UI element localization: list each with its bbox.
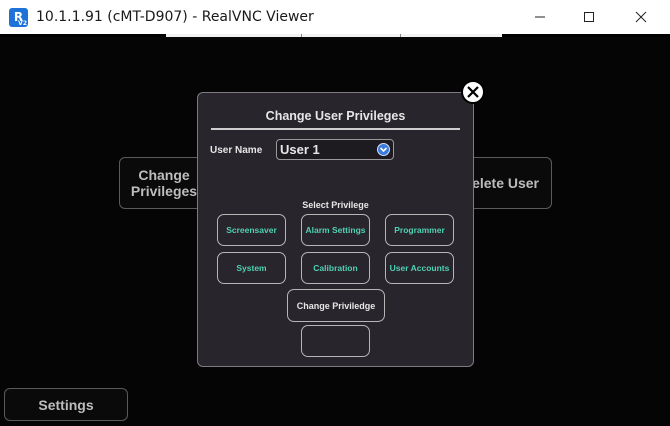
minimize-icon xyxy=(535,16,545,18)
window-title: 10.1.1.91 (cMT-D907) - RealVNC Viewer xyxy=(36,9,314,25)
privilege-alarm-settings-button[interactable]: Alarm Settings xyxy=(301,214,370,246)
dialog-title: Change User Privileges xyxy=(265,109,406,123)
chevron-down-icon[interactable] xyxy=(377,143,390,156)
privilege-calibration-button[interactable]: Calibration xyxy=(301,252,370,284)
blank-button[interactable] xyxy=(301,325,370,357)
minimize-button[interactable] xyxy=(517,0,563,34)
realvnc-icon: R V2 xyxy=(9,8,28,27)
change-privileges-button[interactable]: Change Privileges xyxy=(119,157,209,209)
dialog-close-button[interactable] xyxy=(461,80,485,104)
window-titlebar: R V2 10.1.1.91 (cMT-D907) - RealVNC View… xyxy=(0,0,670,34)
settings-button[interactable]: Settings xyxy=(4,388,128,421)
privilege-programmer-button[interactable]: Programmer xyxy=(385,214,454,246)
realvnc-icon-sub: V2 xyxy=(18,20,27,27)
user-name-select[interactable]: User 1 xyxy=(276,139,394,160)
maximize-button[interactable] xyxy=(566,0,612,34)
maximize-icon xyxy=(584,12,594,22)
change-privilege-button[interactable]: Change Priviledge xyxy=(287,289,385,322)
user-name-label: User Name xyxy=(210,145,263,156)
close-icon xyxy=(635,11,647,23)
title-divider xyxy=(211,128,460,130)
privilege-system-button[interactable]: System xyxy=(217,252,286,284)
user-name-value: User 1 xyxy=(280,142,320,157)
select-privilege-label: Select Privilege xyxy=(302,200,369,210)
privilege-user-accounts-button[interactable]: User Accounts xyxy=(385,252,454,284)
privilege-screensaver-button[interactable]: Screensaver xyxy=(217,214,286,246)
close-icon xyxy=(467,86,479,98)
change-privileges-dialog: Change User Privileges User Name User 1 … xyxy=(197,92,474,367)
close-window-button[interactable] xyxy=(618,0,664,34)
